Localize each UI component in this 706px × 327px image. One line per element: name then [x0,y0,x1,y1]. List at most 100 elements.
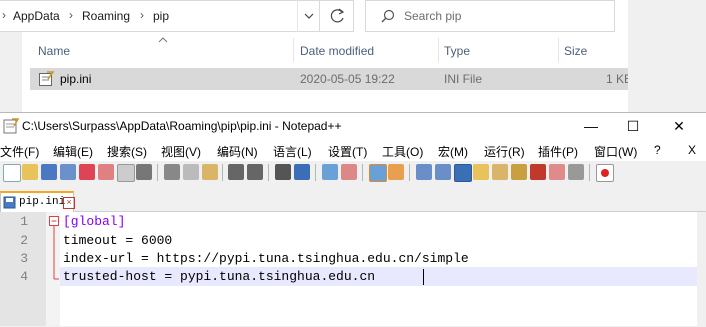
menu-view[interactable]: 视图(V) [161,143,201,160]
sync-horizontal-icon[interactable] [388,164,404,180]
save-icon[interactable] [41,164,57,180]
doc-map-icon[interactable] [473,164,489,180]
line-number: 2 [20,233,28,248]
address-dropdown-button[interactable] [297,0,320,32]
paste-icon[interactable] [202,164,218,180]
open-file-icon[interactable] [22,164,38,180]
search-icon [381,9,395,23]
menu-edit[interactable]: 编辑(E) [53,143,93,160]
column-header-type[interactable]: Type [444,44,470,58]
maximize-icon: ☐ [626,118,640,134]
menu-settings[interactable]: 设置(T) [328,143,367,160]
ini-file-icon [39,71,54,86]
cut-icon[interactable] [164,164,180,180]
record-macro-icon[interactable] [596,164,614,182]
minimize-icon: — [584,118,598,134]
record-dot-icon [601,169,609,177]
refresh-button[interactable] [319,0,355,32]
sync-vertical-icon[interactable] [369,164,387,182]
preview-icon[interactable] [568,164,584,180]
column-divider[interactable] [293,38,294,62]
search-box[interactable]: Search pip [365,0,615,32]
breadcrumb-roaming[interactable]: Roaming [82,9,130,23]
line-number: 3 [20,251,28,266]
menu-window[interactable]: 窗口(W) [594,143,637,160]
undo-icon[interactable] [228,164,244,180]
chevron-down-icon [304,13,314,19]
save-state-icon [3,196,16,209]
menu-bar: 文件(F) 编辑(E) 搜索(S) 视图(V) 编码(N) 语言(L) 设置(T… [0,139,706,161]
tab-close-icon[interactable]: × [63,197,75,209]
column-divider[interactable] [558,38,559,62]
print-icon[interactable] [117,164,135,182]
toolbar-separator [409,164,410,181]
menu-close-doc[interactable]: X [688,143,696,157]
code-line-4: trusted-host = pypi.tuna.tsinghua.edu.cn [63,269,376,284]
toolbar-separator [362,164,363,181]
zoom-in-icon[interactable] [322,164,338,180]
breadcrumb-pip[interactable]: pip [153,9,169,23]
column-header-date-modified[interactable]: Date modified [300,44,374,58]
function-list-icon[interactable] [492,164,508,180]
redo-icon[interactable] [247,164,263,180]
print-now-icon[interactable] [136,164,152,180]
code-line-3: index-url = https://pypi.tuna.tsinghua.e… [63,251,469,266]
toolbar-separator [157,164,158,181]
code-line-2: timeout = 6000 [63,233,173,248]
close-button[interactable]: ✕ [656,113,702,139]
copy-icon[interactable] [183,164,199,180]
find-icon[interactable] [275,164,291,180]
monitoring-icon[interactable] [549,164,565,180]
menu-search[interactable]: 搜索(S) [107,143,147,160]
menu-help[interactable]: ? [654,143,661,157]
search-placeholder[interactable]: Search pip [404,9,461,23]
menu-encoding[interactable]: 编码(N) [217,143,258,160]
menu-file[interactable]: 文件(F) [0,143,39,160]
menu-language[interactable]: 语言(L) [273,143,312,160]
column-header-name[interactable]: Name [38,44,70,58]
menu-plugins[interactable]: 插件(P) [538,143,578,160]
minimize-button[interactable]: — [568,113,614,139]
close-all-icon[interactable] [98,164,114,180]
zoom-out-icon[interactable] [341,164,357,180]
new-file-icon[interactable] [3,164,21,182]
text-cursor [423,269,424,285]
breadcrumb-separator: › [69,8,73,22]
fold-collapse-icon[interactable] [48,215,60,283]
toolbar-separator [589,164,590,181]
save-all-icon[interactable] [60,164,76,180]
breadcrumb-separator: › [2,8,6,22]
line-number: 1 [20,214,28,229]
column-header-size[interactable]: Size [564,44,587,58]
replace-icon[interactable] [294,164,310,180]
toolbar-separator [222,164,223,181]
menu-run[interactable]: 运行(R) [484,143,525,160]
sort-arrow-icon [158,37,168,43]
notepad-app-icon [3,118,19,134]
close-icon: ✕ [673,118,685,134]
show-all-chars-icon[interactable] [435,164,451,180]
nav-pane-scrollbar[interactable] [0,32,22,112]
file-type: INI File [444,72,483,86]
close-file-icon[interactable] [79,164,95,180]
window-title: C:\Users\Surpass\AppData\Roaming\pip\pip… [22,119,342,133]
doc-list-icon[interactable] [530,164,546,180]
file-row[interactable]: pip.ini 2020-05-05 19:22 INI File 1 KB [30,68,706,90]
maximize-button[interactable]: ☐ [610,113,656,139]
menu-tools[interactable]: 工具(O) [382,143,423,160]
file-date-modified: 2020-05-05 19:22 [300,72,395,86]
tab-label: pip.ini [19,196,66,208]
tab-pip-ini[interactable]: pip.ini × [0,191,75,212]
file-name[interactable]: pip.ini [60,72,91,86]
folder-workspace-icon[interactable] [511,164,527,180]
column-divider[interactable] [438,38,439,62]
explorer-scrollbar[interactable] [628,0,706,112]
menu-macro[interactable]: 宏(M) [438,143,468,160]
tab-bar [0,187,706,212]
editor-scrollbar[interactable] [697,212,706,326]
indent-guide-icon[interactable] [454,164,472,182]
refresh-icon [330,8,345,23]
word-wrap-icon[interactable] [416,164,432,180]
code-line-1: [global] [63,214,126,229]
breadcrumb-appdata[interactable]: AppData [13,9,60,23]
